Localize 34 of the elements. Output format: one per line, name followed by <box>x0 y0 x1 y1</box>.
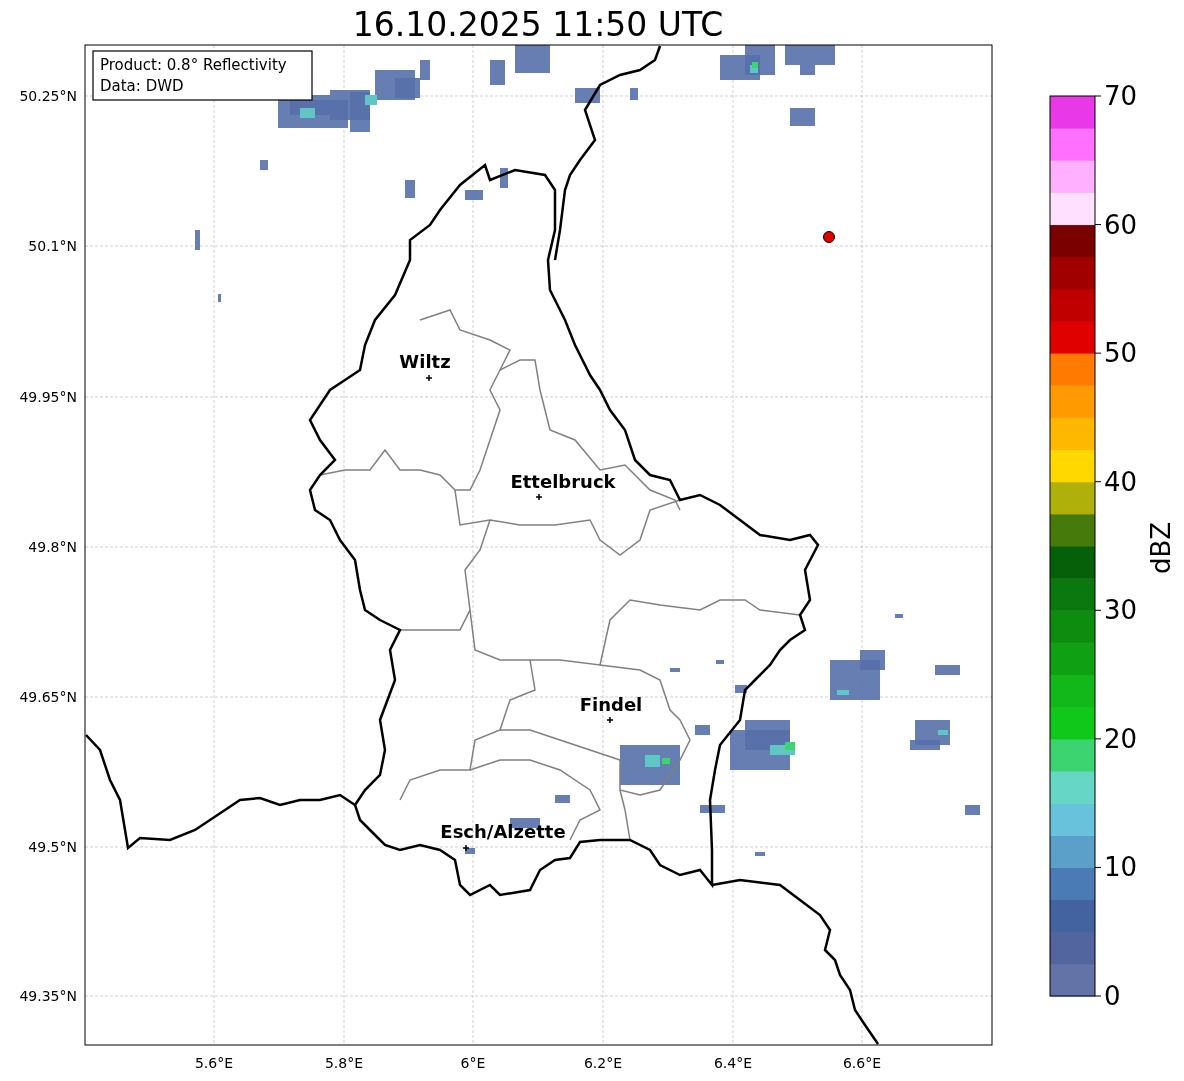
colorbar-tick-label: 0 <box>1104 981 1121 1011</box>
info-text: Product: 0.8° Reflectivity <box>100 56 287 74</box>
city-marker-icon <box>535 493 543 501</box>
latitude-label: 49.5°N <box>28 839 77 855</box>
colorbar-tick-label: 60 <box>1104 209 1138 240</box>
colorbar-tick-label: 70 <box>1104 81 1138 111</box>
longitude-label: 5.8°E <box>324 1055 364 1071</box>
city-label: Esch/Alzette <box>440 821 566 842</box>
colorbar-tick-label: 10 <box>1104 852 1138 883</box>
longitude-label: 6.6°E <box>842 1055 882 1071</box>
colorbar-tick-label: 20 <box>1104 723 1138 754</box>
colorbar-tick-label: 50 <box>1104 338 1138 369</box>
colorbar-label: dBZ <box>1146 521 1176 575</box>
city-marker-icon <box>606 716 614 724</box>
longitude-label: 5.6°E <box>194 1055 234 1071</box>
longitude-label: 6.2°E <box>583 1055 623 1071</box>
latitude-label: 49.8°N <box>28 539 77 555</box>
colorbar-tick-label: 30 <box>1104 595 1138 626</box>
city-label: Wiltz <box>399 351 451 372</box>
latitude-label: 50.1°N <box>28 238 77 254</box>
city-label: Findel <box>579 694 643 715</box>
city-label: Ettelbruck <box>510 471 616 492</box>
colorbar-tick-label: 40 <box>1104 466 1138 497</box>
location-marker <box>823 231 835 243</box>
latitude-label: 50.25°N <box>19 88 77 104</box>
chart-title: 16.10.2025 11:50 UTC <box>352 5 724 44</box>
city-marker-icon <box>425 374 433 382</box>
info-text: Data: DWD <box>100 77 184 95</box>
latitude-label: 49.35°N <box>19 988 77 1004</box>
latitude-label: 49.65°N <box>19 689 77 705</box>
longitude-label: 6.4°E <box>713 1055 753 1071</box>
latitude-label: 49.95°N <box>19 389 77 405</box>
longitude-label: 6°E <box>460 1055 486 1071</box>
city-marker-icon <box>462 844 470 852</box>
